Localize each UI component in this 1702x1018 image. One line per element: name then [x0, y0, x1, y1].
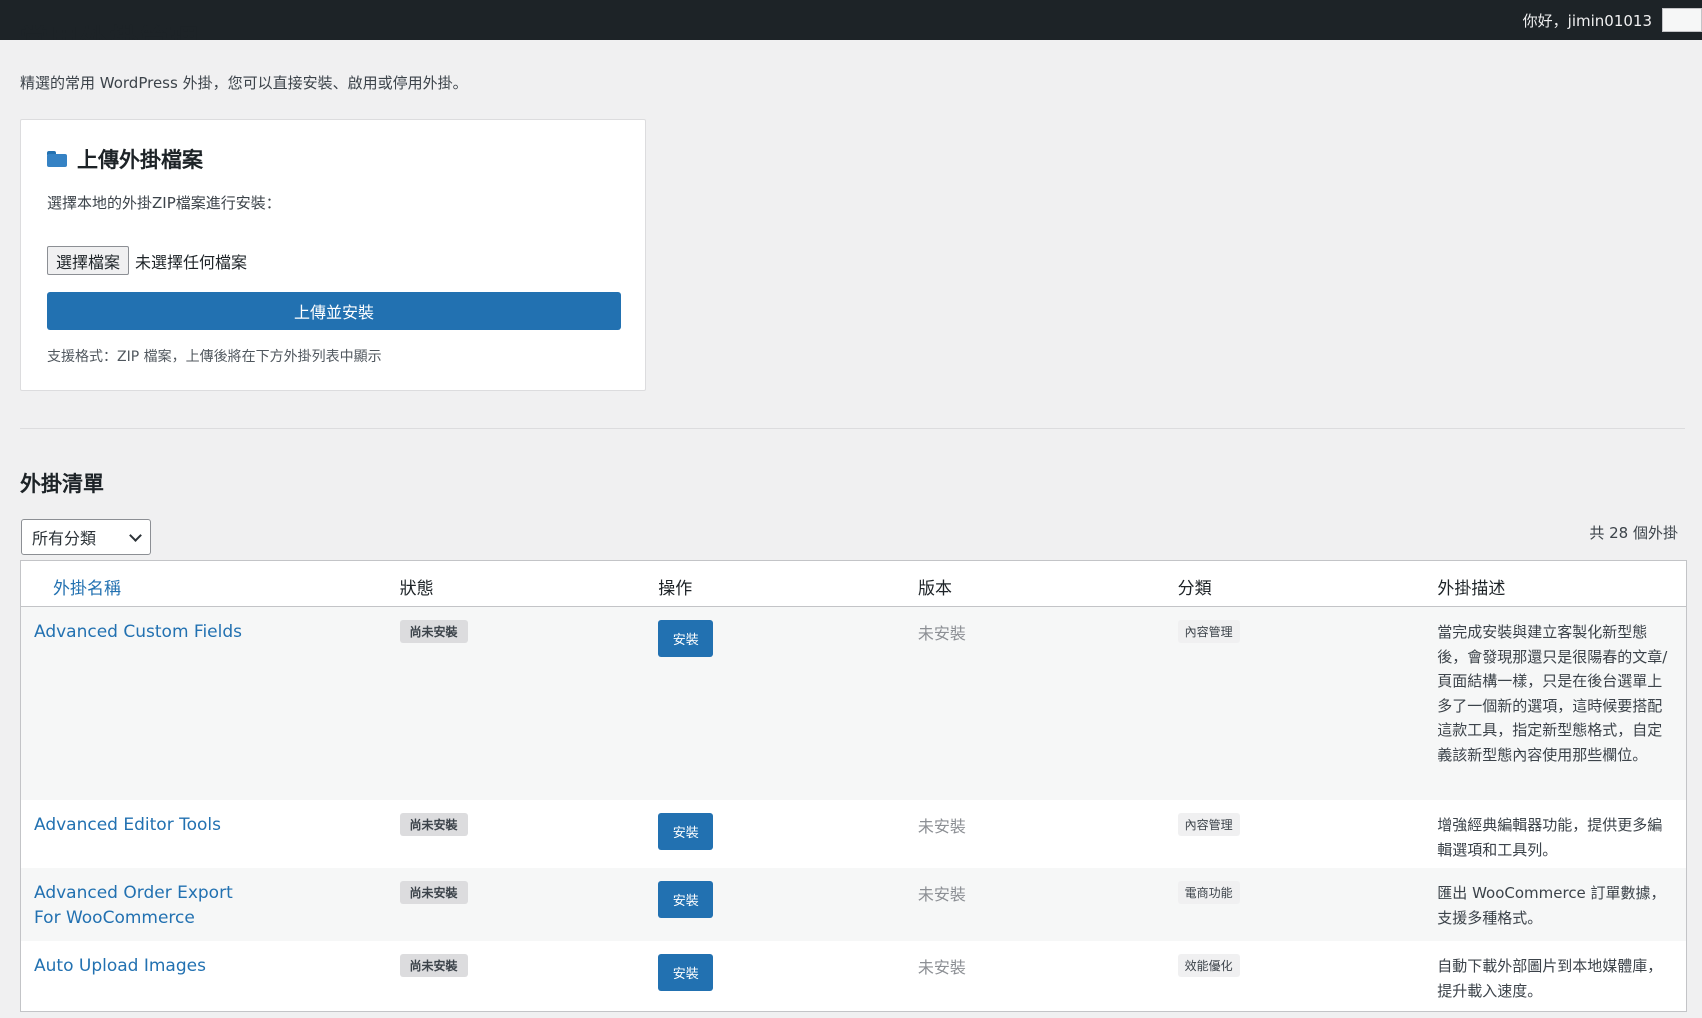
plugin-description: 匯出 WooCommerce 訂單數據，支援多種格式。 [1437, 884, 1666, 927]
plugin-description: 增強經典編輯器功能，提供更多編輯選項和工具列。 [1437, 816, 1663, 859]
install-button[interactable]: 安裝 [658, 813, 714, 850]
plugin-name-link[interactable]: Auto Upload Images [21, 954, 400, 979]
upload-card-title: 上傳外掛檔案 [47, 144, 203, 174]
admin-bar: 你好，jimin01013 [0, 0, 1702, 40]
page-title: 常用外掛管理 [20, 23, 201, 40]
category-badge: 效能優化 [1177, 954, 1240, 977]
category-filter-select[interactable]: 所有分類 [21, 519, 151, 555]
install-button[interactable]: 安裝 [658, 954, 714, 991]
status-badge: 尚未安裝 [399, 881, 468, 904]
no-file-label: 未選擇任何檔案 [135, 252, 248, 272]
plugin-description: 當完成安裝與建立客製化新型態後，會發現那還只是很陽春的文章/頁面結構一樣，只是在… [1437, 623, 1668, 764]
chevron-down-icon [129, 529, 142, 542]
column-header-category: 分類 [1177, 579, 1212, 599]
column-header-action: 操作 [658, 579, 693, 599]
version-text: 未安裝 [917, 624, 966, 643]
user-greeting[interactable]: 你好，jimin01013 [1523, 10, 1652, 31]
upload-desc: 選擇本地的外掛ZIP檔案進行安裝： [47, 194, 281, 212]
column-header-description: 外掛描述 [1437, 579, 1506, 599]
upload-note: 支援格式：ZIP 檔案，上傳後將在下方外掛列表中顯示 [47, 349, 382, 365]
plugin-name-link[interactable]: Advanced Custom Fields [21, 620, 400, 645]
table-row: Advanced Order Export For WooCommerce 尚未… [21, 868, 1686, 941]
category-filter-value: 所有分類 [32, 529, 97, 548]
table-header: 外掛名稱 狀態 操作 版本 分類 外掛描述 [21, 561, 1686, 607]
section-divider [20, 428, 1685, 429]
version-text: 未安裝 [917, 958, 966, 977]
plugin-name-link[interactable]: Advanced Order Export For WooCommerce [21, 881, 261, 931]
category-badge: 電商功能 [1177, 881, 1240, 904]
plugin-count: 共 28 個外掛 [1589, 524, 1678, 542]
status-badge: 尚未安裝 [399, 620, 468, 643]
status-badge: 尚未安裝 [399, 813, 468, 836]
page-intro: 精選的常用 WordPress 外掛，您可以直接安裝、啟用或停用外掛。 [20, 74, 468, 92]
install-button[interactable]: 安裝 [658, 881, 714, 918]
table-row: Auto Upload Images 尚未安裝 安裝 未安裝 效能優化 自動下載… [21, 941, 1686, 1011]
plugin-table: 外掛名稱 狀態 操作 版本 分類 外掛描述 Advanced Custom Fi… [20, 560, 1687, 1012]
install-button[interactable]: 安裝 [658, 620, 714, 657]
plugin-name-link[interactable]: Advanced Editor Tools [21, 813, 400, 838]
plugin-description: 自動下載外部圖片到本地媒體庫，提升載入速度。 [1437, 957, 1663, 1000]
plugin-list-title: 外掛清單 [20, 472, 104, 496]
column-header-status: 狀態 [399, 579, 434, 599]
column-header-version: 版本 [917, 579, 952, 599]
category-badge: 內容管理 [1177, 620, 1240, 643]
choose-file-button[interactable]: 選擇檔案 [47, 246, 130, 275]
table-row: Advanced Custom Fields 尚未安裝 安裝 未安裝 內容管理 … [21, 607, 1686, 800]
table-row: Advanced Editor Tools 尚未安裝 安裝 未安裝 內容管理 增… [21, 800, 1686, 868]
version-text: 未安裝 [917, 885, 966, 904]
category-badge: 內容管理 [1177, 813, 1240, 836]
version-text: 未安裝 [917, 817, 966, 836]
upload-card: 上傳外掛檔案 選擇本地的外掛ZIP檔案進行安裝： 選擇檔案 未選擇任何檔案 上傳… [20, 119, 646, 391]
file-picker: 選擇檔案 未選擇任何檔案 [47, 246, 247, 275]
folder-icon [47, 151, 67, 167]
column-header-name[interactable]: 外掛名稱 [21, 561, 400, 606]
upload-install-button[interactable]: 上傳並安裝 [47, 292, 621, 330]
status-badge: 尚未安裝 [399, 954, 468, 977]
avatar[interactable] [1662, 8, 1702, 32]
upload-title-text: 上傳外掛檔案 [77, 148, 203, 172]
